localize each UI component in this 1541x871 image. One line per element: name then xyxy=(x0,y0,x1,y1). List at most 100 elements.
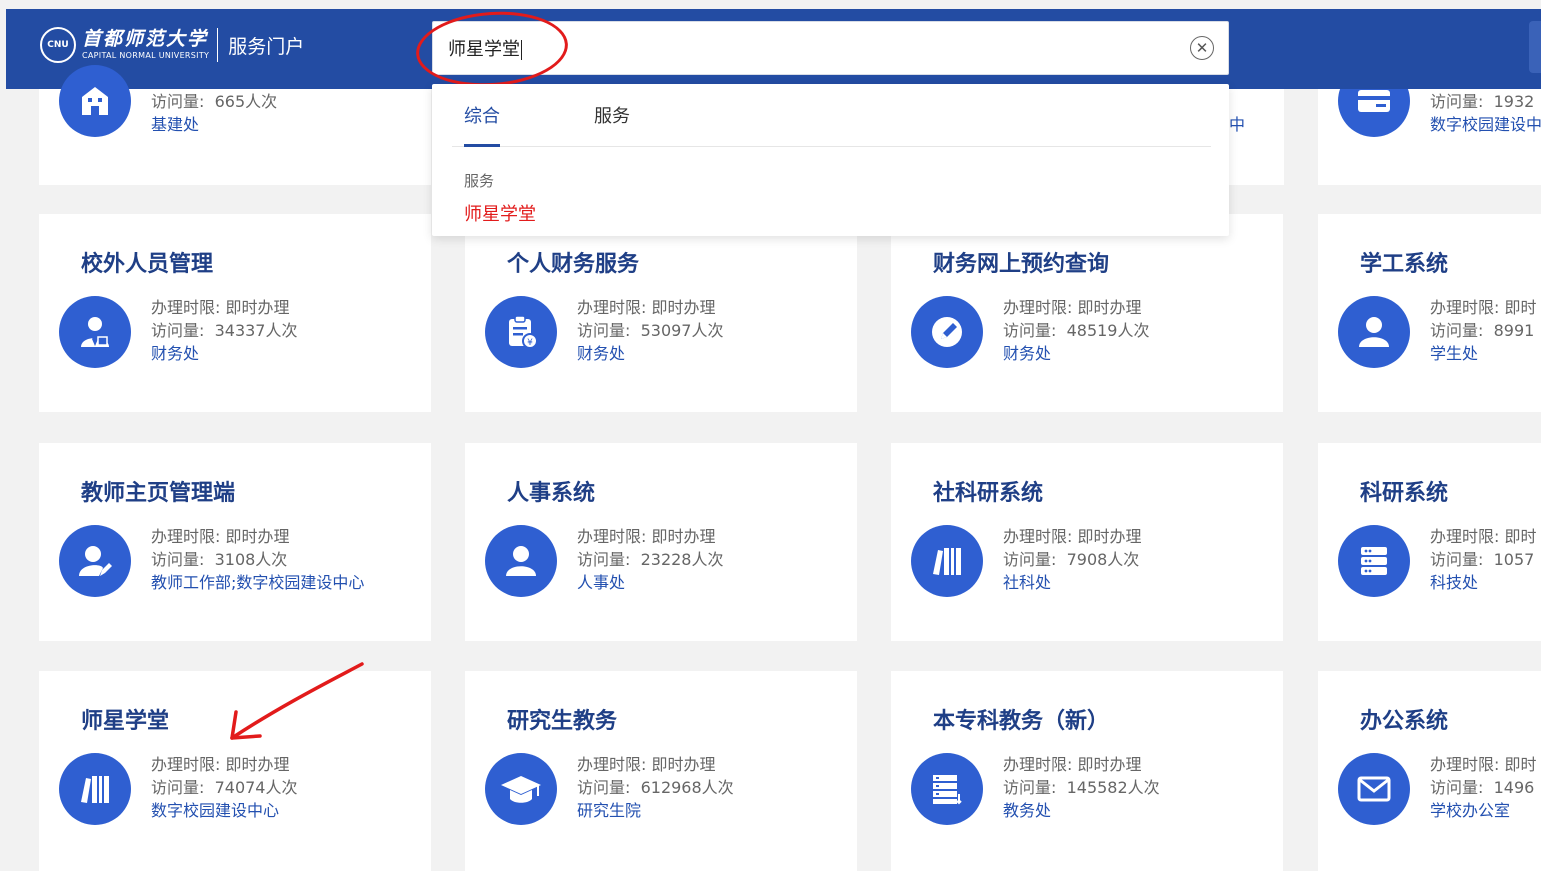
department: 学生处 xyxy=(1430,344,1479,363)
search-input[interactable]: 师星学堂 ✕ xyxy=(432,21,1229,75)
service-title[interactable]: 人事系统 xyxy=(507,475,595,507)
university-seal-icon: CNU xyxy=(40,27,76,63)
service-title[interactable]: 师星学堂 xyxy=(81,703,169,735)
time-limit-label: 办理时限: xyxy=(1430,527,1500,546)
time-limit-label: 办理时限: xyxy=(1003,755,1073,774)
time-limit-label: 办理时限: xyxy=(151,527,221,546)
search-suggestions-dropdown: 综合 服务 服务 师星学堂 xyxy=(432,84,1229,236)
service-card[interactable]: 财务网上预约查询 办理时限: 即时办理 访问量: 48519人次 财务处 xyxy=(891,214,1283,412)
visits-label: 访问量: xyxy=(1003,321,1057,340)
department: 财务处 xyxy=(1003,344,1052,363)
department: 基建处 xyxy=(151,115,200,134)
visit-count: 48519人次 xyxy=(1066,321,1150,340)
service-card[interactable]: 中 xyxy=(1229,89,1284,185)
visits-label: 访问量: xyxy=(151,550,205,569)
books-icon xyxy=(911,525,983,597)
service-card[interactable]: 研究生教务 办理时限: 即时办理 访问量: 612968人次 研究生院 xyxy=(465,671,857,871)
service-title[interactable]: 办公系统 xyxy=(1360,703,1448,735)
service-card[interactable]: 教师主页管理端 办理时限: 即时办理 访问量: 3108人次 教师工作部;数字校园建设… xyxy=(39,443,431,641)
department: 中 xyxy=(1229,115,1246,134)
service-card[interactable]: 学工系统 办理时限: 即时 访问量: 8991 学生处 xyxy=(1318,214,1541,412)
service-card[interactable]: 个人财务服务 ¥ 办理时限: 即时办理 访问量: 53097人次 财务处 xyxy=(465,214,857,412)
service-card[interactable]: 人事系统 办理时限: 即时办理 访问量: 23228人次 人事处 xyxy=(465,443,857,641)
time-limit-label: 办理时限: xyxy=(1003,527,1073,546)
department: 教师工作部;数字校园建设中心 xyxy=(151,573,365,592)
service-title[interactable]: 社科研系统 xyxy=(933,475,1043,507)
department: 学校办公室 xyxy=(1430,801,1511,820)
service-card[interactable]: 师星学堂办理时限: 即时办理访问量: 74074人次数字校园建设中心 xyxy=(39,671,431,871)
time-limit-value: 即时办理 xyxy=(651,755,716,774)
service-card[interactable]: 办公系统 办理时限: 即时 访问量: 1496 学校办公室 xyxy=(1318,671,1541,871)
logo-en-name: CAPITAL NORMAL UNIVERSITY xyxy=(82,51,210,60)
service-card[interactable]: 校外人员管理 办理时限: 即时办理 访问量: 34337人次 财务处 xyxy=(39,214,431,412)
text-caret xyxy=(521,40,522,60)
svg-text:¥: ¥ xyxy=(527,338,533,348)
time-limit-label: 办理时限: xyxy=(1003,298,1073,317)
service-title[interactable]: 个人财务服务 xyxy=(507,246,639,278)
portal-label: 服务门户 xyxy=(228,35,305,58)
visit-count: 612968人次 xyxy=(640,778,734,797)
service-title[interactable]: 学工系统 xyxy=(1360,246,1448,278)
visit-count: 145582人次 xyxy=(1066,778,1160,797)
service-card[interactable]: 访问量: 665人次 基建处 xyxy=(39,65,431,185)
card-icon xyxy=(1338,89,1410,137)
department: 数字校园建设中心 xyxy=(151,801,280,820)
visits-label: 访问量: xyxy=(151,321,205,340)
header-right-button[interactable] xyxy=(1529,21,1541,73)
visit-count: 53097人次 xyxy=(640,321,724,340)
visits-label: 访问量: xyxy=(1430,550,1484,569)
visit-count: 8991 xyxy=(1493,321,1535,340)
visit-count: 1932 xyxy=(1493,92,1535,111)
university-logo[interactable]: CNU 首都师范大学 CAPITAL NORMAL UNIVERSITY 服务门… xyxy=(40,27,304,63)
finance-doc-icon: ¥ xyxy=(485,296,557,368)
logo-text: 首都师范大学 CAPITAL NORMAL UNIVERSITY xyxy=(82,28,209,62)
service-card[interactable]: 本专科教务（新） 办理时限: 即时办理 访问量: 145582人次 教务处 xyxy=(891,671,1283,871)
clear-search-icon[interactable]: ✕ xyxy=(1190,36,1214,60)
department: 社科处 xyxy=(1003,573,1052,592)
visits-label: 访问量: xyxy=(1430,92,1484,111)
user-icon xyxy=(485,525,557,597)
service-title[interactable]: 本专科教务（新） xyxy=(933,703,1109,735)
time-limit-value: 即时 xyxy=(1504,755,1537,774)
tab-comprehensive[interactable]: 综合 xyxy=(464,102,500,147)
visits-label: 访问量: xyxy=(151,92,205,111)
service-title[interactable]: 教师主页管理端 xyxy=(81,475,235,507)
graduation-cap-icon xyxy=(485,753,557,825)
service-card[interactable]: 科研系统 办理时限: 即时 访问量: 1057 科技处 xyxy=(1318,443,1541,641)
time-limit-value: 即时 xyxy=(1504,298,1537,317)
time-limit-label: 办理时限: xyxy=(1430,298,1500,317)
suggestion-item[interactable]: 师星学堂 xyxy=(464,200,536,226)
service-card[interactable]: 访问量: 1932 数字校园建设中 xyxy=(1318,89,1541,185)
time-limit-label: 办理时限: xyxy=(151,755,221,774)
department: 财务处 xyxy=(151,344,200,363)
edit-pen-icon xyxy=(911,296,983,368)
tab-service[interactable]: 服务 xyxy=(594,102,630,144)
department: 教务处 xyxy=(1003,801,1052,820)
department: 数字校园建设中 xyxy=(1430,115,1541,134)
search-input-value: 师星学堂 xyxy=(448,39,520,60)
visit-count: 7908人次 xyxy=(1066,550,1140,569)
visits-label: 访问量: xyxy=(1430,778,1484,797)
visit-count: 23228人次 xyxy=(640,550,724,569)
department: 财务处 xyxy=(577,344,626,363)
service-title[interactable]: 科研系统 xyxy=(1360,475,1448,507)
service-card[interactable]: 社科研系统 办理时限: 即时办理 访问量: 7908人次 社科处 xyxy=(891,443,1283,641)
time-limit-value: 即时办理 xyxy=(225,298,290,317)
time-limit-label: 办理时限: xyxy=(151,298,221,317)
department: 人事处 xyxy=(577,573,626,592)
time-limit-value: 即时办理 xyxy=(651,298,716,317)
server-rack-icon xyxy=(911,753,983,825)
building-icon xyxy=(59,65,131,137)
visits-label: 访问量: xyxy=(1003,550,1057,569)
visits-label: 访问量: xyxy=(151,778,205,797)
service-title[interactable]: 研究生教务 xyxy=(507,703,617,735)
service-title[interactable]: 校外人员管理 xyxy=(81,246,213,278)
time-limit-value: 即时办理 xyxy=(225,755,290,774)
visit-count: 74074人次 xyxy=(214,778,298,797)
server-icon xyxy=(1338,525,1410,597)
logo-cn-name: 首都师范大学 xyxy=(82,28,209,50)
service-title[interactable]: 财务网上预约查询 xyxy=(933,246,1109,278)
books-icon xyxy=(59,753,131,825)
visits-label: 访问量: xyxy=(577,778,631,797)
visit-count: 1496 xyxy=(1493,778,1535,797)
